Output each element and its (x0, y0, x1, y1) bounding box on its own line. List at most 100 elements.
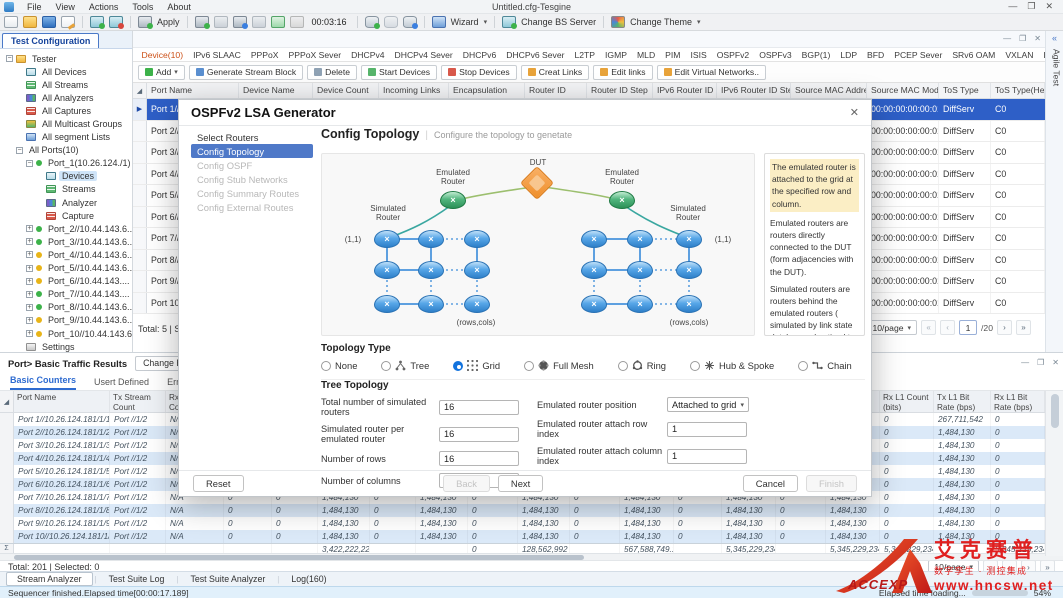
tab-dhcpv6[interactable]: DHCPv6 (458, 50, 500, 60)
tree-item-capture[interactable]: Capture (2, 209, 132, 222)
tree-item-analyzer[interactable]: Analyzer (2, 196, 132, 209)
dialog-step-config-ospf[interactable]: Config OSPF (191, 158, 313, 172)
column-header-tx-l1-bit-rate-bps[interactable]: Tx L1 Bit Rate (bps) (934, 391, 991, 412)
page-number-input[interactable]: 1 (959, 320, 977, 335)
tree-item-all-devices[interactable]: All Devices (2, 65, 132, 78)
column-header-tx-stream-count[interactable]: Tx Stream Count (110, 391, 166, 412)
theme-caret-icon[interactable]: ▾ (697, 18, 701, 26)
tab-device-10[interactable]: Device(10) (137, 50, 188, 60)
field-number-of-rows[interactable]: 16 (439, 451, 519, 466)
connect-chassis-icon[interactable] (90, 16, 104, 28)
radio-icon[interactable] (453, 361, 463, 371)
tab-log-160[interactable]: Log(160) (281, 573, 336, 585)
change-bs-server-icon[interactable] (502, 16, 516, 28)
column-header-source-mac-address[interactable]: Source MAC Address (791, 83, 867, 98)
minimize-icon[interactable]: — (1008, 2, 1017, 11)
select-all-corner[interactable]: ◢ (133, 83, 147, 98)
radio-topology-tree[interactable]: Tree (381, 360, 429, 371)
column-header-device-name[interactable]: Device Name (239, 83, 313, 98)
tree-item-port-7-10-44-143[interactable]: +Port_7//10.44.143.... (2, 288, 132, 301)
creat-links-button[interactable]: Creat Links (521, 65, 589, 80)
menu-about[interactable]: About (160, 2, 198, 12)
column-header-rx-l1-count-bits[interactable]: Rx L1 Count (bits) (880, 391, 934, 412)
tree-item-all-analyzers[interactable]: All Analyzers (2, 91, 132, 104)
maximize-icon[interactable]: ❐ (1027, 2, 1035, 11)
radio-topology-grid[interactable]: Grid (453, 360, 500, 371)
expand-icon[interactable]: + (26, 291, 33, 298)
tree-item-all-ports-10[interactable]: −All Ports(10) (2, 144, 132, 157)
stop-streams-icon[interactable] (290, 16, 304, 28)
panel-close-icon[interactable]: ✕ (1034, 34, 1041, 43)
radio-icon[interactable] (798, 361, 808, 371)
menu-tools[interactable]: Tools (125, 2, 160, 12)
edit-links-button[interactable]: Edit links (593, 65, 652, 80)
expand-icon[interactable]: + (26, 304, 33, 311)
tree-item-port-2-10-44-143-6[interactable]: +Port_2//10.44.143.6... (2, 222, 132, 235)
expand-icon[interactable]: + (26, 251, 33, 258)
last-page-button[interactable]: » (1016, 320, 1031, 335)
edit-virtual-networks-button[interactable]: Edit Virtual Networks.. (657, 65, 766, 80)
apply-icon[interactable] (138, 16, 152, 28)
field-simulated-router-per-emulated-router[interactable]: 16 (439, 427, 519, 442)
menu-file[interactable]: File (20, 2, 49, 12)
expand-icon[interactable]: + (26, 225, 33, 232)
expand-icon[interactable]: + (26, 330, 33, 337)
tree-item-streams[interactable]: Streams (2, 183, 132, 196)
results-minimize-icon[interactable]: — (1021, 358, 1029, 367)
port-clear-icon[interactable] (252, 16, 266, 28)
table-row[interactable]: Port 10//10.26.124.181/1/10Port //1/2N/A… (0, 530, 1063, 543)
column-header-device-count[interactable]: Device Count (313, 83, 379, 98)
expand-icon[interactable]: + (26, 265, 33, 272)
column-header-router-id[interactable]: Router ID (525, 83, 587, 98)
cancel-button[interactable]: Cancel (743, 475, 798, 492)
tab-test-configuration[interactable]: Test Configuration (2, 33, 99, 48)
tree-item-devices[interactable]: Devices (2, 170, 132, 183)
tab-pcep-sever[interactable]: PCEP Sever (890, 50, 947, 60)
radio-topology-full-mesh[interactable]: Full Mesh (524, 360, 594, 371)
collapse-icon[interactable]: − (16, 147, 23, 154)
tab-usert-defined[interactable]: Usert Defined (94, 377, 149, 390)
column-header-ipv6-router-id-step[interactable]: IPv6 Router ID Step (717, 83, 791, 98)
tab-srv6-oam[interactable]: SRv6 OAM (948, 50, 1000, 60)
tree-item-all-streams[interactable]: All Streams (2, 78, 132, 91)
tab-mld[interactable]: MLD (633, 50, 660, 60)
stop-capture-icon[interactable] (384, 16, 398, 28)
reset-button[interactable]: Reset (193, 475, 244, 492)
expand-icon[interactable]: + (26, 238, 33, 245)
radio-topology-none[interactable]: None (321, 360, 357, 371)
column-header-ipv6-router-id[interactable]: IPv6 Router ID (653, 83, 717, 98)
wizard-caret-icon[interactable]: ▾ (484, 18, 488, 26)
finish-button[interactable]: Finish (806, 475, 857, 492)
tree-item-all-captures[interactable]: All Captures (2, 104, 132, 117)
column-header-port-name[interactable]: Port Name (147, 83, 239, 98)
change-theme-icon[interactable] (611, 16, 625, 28)
next-button[interactable]: Next (498, 475, 543, 492)
scrollbar-thumb[interactable] (1051, 394, 1059, 428)
dialog-step-config-external-routes[interactable]: Config External Routes (191, 200, 313, 214)
tree-item-port-9-10-44-143-6[interactable]: +Port_9//10.44.143.6... (2, 314, 132, 327)
tab-ipv6-slaac[interactable]: IPv6 SLAAC (189, 50, 246, 60)
tab-dhcpv6-sever[interactable]: DHCPv6 Sever (502, 50, 569, 60)
dialog-step-config-summary-routes[interactable]: Config Summary Routes (191, 186, 313, 200)
delete-button[interactable]: Delete (307, 65, 357, 80)
column-header-router-id-step[interactable]: Router ID Step (587, 83, 653, 98)
prev-page-button[interactable]: ‹ (940, 320, 955, 335)
table-row[interactable]: Port 8//10.26.124.181/1/8Port //1/2N/A00… (0, 504, 1063, 517)
column-header-port-name[interactable]: Port Name (14, 391, 110, 412)
field-emulated-router-attach-column-index[interactable]: 1 (667, 449, 747, 464)
apply-label[interactable]: Apply (157, 17, 180, 27)
tab-test-suite-analyzer[interactable]: Test Suite Analyzer (180, 573, 275, 585)
wizard-label[interactable]: Wizard (451, 17, 479, 27)
results-maximize-icon[interactable]: ❐ (1037, 358, 1044, 367)
generate-stream-block-button[interactable]: Generate Stream Block (189, 65, 303, 80)
dialog-step-select-routers[interactable]: Select Routers (191, 130, 313, 144)
tab-igmp[interactable]: IGMP (601, 50, 632, 60)
column-header-encapsulation[interactable]: Encapsulation (449, 83, 525, 98)
tab-ospfv3[interactable]: OSPFv3 (755, 50, 796, 60)
dialog-step-config-topology[interactable]: Config Topology (191, 144, 313, 158)
menu-view[interactable]: View (49, 2, 82, 12)
start-streams-icon[interactable] (271, 16, 285, 28)
next-page-button[interactable]: › (997, 320, 1012, 335)
tab-dhcpv4[interactable]: DHCPv4 (347, 50, 389, 60)
radio-topology-ring[interactable]: Ring (618, 360, 666, 371)
